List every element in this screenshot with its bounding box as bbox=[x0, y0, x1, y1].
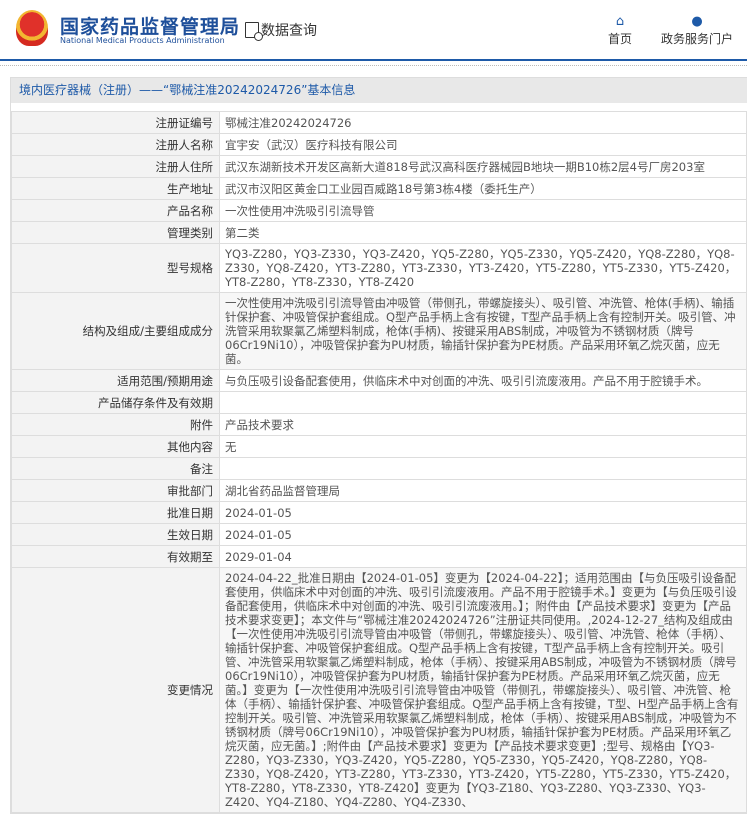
field-value: 第二类 bbox=[219, 221, 747, 244]
field-value bbox=[219, 457, 747, 480]
divider bbox=[0, 62, 747, 66]
field-value bbox=[219, 391, 747, 414]
table-row: 适用范围/预期用途 与负压吸引设备配套使用，供临床术中对创面的冲洗、吸引引流废液用… bbox=[11, 369, 747, 392]
table-row: 注册人住所 武汉东湖新技术开发区高新大道818号武汉高科医疗器械园B地块一期B10… bbox=[11, 155, 747, 178]
field-value: 2029-01-04 bbox=[219, 545, 747, 568]
field-value: 一次性使用冲洗吸引引流导管由冲吸管（带侧孔，带螺旋接头）、吸引管、冲洗管、枪体(… bbox=[219, 292, 747, 370]
field-label: 其他内容 bbox=[11, 435, 220, 458]
field-label: 型号规格 bbox=[11, 243, 220, 293]
field-label: 有效期至 bbox=[11, 545, 220, 568]
field-label: 备注 bbox=[11, 457, 220, 480]
field-value: 宜宇安（武汉）医疗科技有限公司 bbox=[219, 133, 747, 156]
field-label: 注册证编号 bbox=[11, 111, 220, 134]
org-name-en: National Medical Products Administration bbox=[60, 36, 225, 45]
table-row: 审批部门 湖北省药品监督管理局 bbox=[11, 479, 747, 502]
table-row: 有效期至 2029-01-04 bbox=[11, 545, 747, 568]
nav-home-label: 首页 bbox=[608, 32, 633, 46]
table-row: 产品名称 一次性使用冲洗吸引引流导管 bbox=[11, 199, 747, 222]
home-icon: ⌂ bbox=[615, 14, 625, 29]
detail-table: 注册证编号 鄂械注准20242024726 注册人名称 宜宇安（武汉）医疗科技有限公司… bbox=[11, 111, 747, 813]
site-header: 国家药品监督管理局 National Medical Products Admi… bbox=[0, 0, 747, 61]
table-row: 注册人名称 宜宇安（武汉）医疗科技有限公司 bbox=[11, 133, 747, 156]
table-row: 备注 bbox=[11, 457, 747, 480]
table-row: 其他内容无 bbox=[11, 435, 747, 458]
field-label: 适用范围/预期用途 bbox=[11, 369, 220, 392]
table-row: 生产地址 武汉市汉阳区黄金口工业园百威路18号第3栋4楼（委托生产） bbox=[11, 177, 747, 200]
field-label: 产品储存条件及有效期 bbox=[11, 391, 220, 414]
table-row: 生效日期 2024-01-05 bbox=[11, 523, 747, 546]
field-label: 审批部门 bbox=[11, 479, 220, 502]
user-icon: ● bbox=[691, 14, 703, 29]
nav-service-portal[interactable]: ● 政务服务门户 bbox=[661, 14, 733, 47]
table-row: 结构及组成/主要组成成分 一次性使用冲洗吸引引流导管由冲吸管（带侧孔，带螺旋接头）… bbox=[11, 292, 747, 370]
field-value: YQ3-Z280，YQ3-Z330，YQ3-Z420，YQ5-Z280，YQ5-… bbox=[219, 243, 747, 293]
table-row: 产品储存条件及有效期 bbox=[11, 391, 747, 414]
field-value: 产品技术要求 bbox=[219, 413, 747, 436]
table-row: 附件 产品技术要求 bbox=[11, 413, 747, 436]
field-value: 2024-01-05 bbox=[219, 501, 747, 524]
page-title: 境内医疗器械（注册）——“鄂械注准20242024726”基本信息 bbox=[11, 78, 747, 103]
data-query-heading: 数据查询 bbox=[245, 20, 317, 41]
field-label: 批准日期 bbox=[11, 501, 220, 524]
field-value: 鄂械注准20242024726 bbox=[219, 111, 747, 134]
field-label: 管理类别 bbox=[11, 221, 220, 244]
field-value: 无 bbox=[219, 435, 747, 458]
field-value: 武汉市汉阳区黄金口工业园百威路18号第3栋4楼（委托生产） bbox=[219, 177, 747, 200]
field-value: 2024-04-22_批准日期由【2024-01-05】变更为【2024-04-… bbox=[219, 567, 747, 813]
table-row: 注册证编号 鄂械注准20242024726 bbox=[11, 111, 747, 134]
org-name-cn[interactable]: 国家药品监督管理局 bbox=[60, 12, 240, 39]
field-value: 武汉东湖新技术开发区高新大道818号武汉高科医疗器械园B地块一期B10栋2层4号… bbox=[219, 155, 747, 178]
field-value: 2024-01-05 bbox=[219, 523, 747, 546]
nav-service-portal-label: 政务服务门户 bbox=[661, 32, 734, 46]
field-label: 注册人住所 bbox=[11, 155, 220, 178]
table-row: 管理类别 第二类 bbox=[11, 221, 747, 244]
field-label: 生产地址 bbox=[11, 177, 220, 200]
data-query-label: 数据查询 bbox=[261, 23, 317, 39]
table-row: 型号规格 YQ3-Z280，YQ3-Z330，YQ3-Z420，YQ5-Z280，… bbox=[11, 243, 747, 293]
table-row: 批准日期 2024-01-05 bbox=[11, 501, 747, 524]
field-value: 一次性使用冲洗吸引引流导管 bbox=[219, 199, 747, 222]
field-label: 附件 bbox=[11, 413, 220, 436]
field-value: 与负压吸引设备配套使用，供临床术中对创面的冲洗、吸引引流废液用。产品不用于腔镜手… bbox=[219, 369, 747, 392]
detail-panel: 境内医疗器械（注册）——“鄂械注准20242024726”基本信息 注册证编号鄂… bbox=[10, 77, 747, 814]
document-search-icon bbox=[245, 22, 263, 41]
field-value: 湖北省药品监督管理局 bbox=[219, 479, 747, 502]
table-row: 变更情况 2024-04-22_批准日期由【2024-01-05】变更为【2024… bbox=[11, 567, 747, 813]
field-label: 产品名称 bbox=[11, 199, 220, 222]
field-label: 注册人名称 bbox=[11, 133, 220, 156]
nav-home[interactable]: ⌂ 首页 bbox=[608, 14, 632, 47]
national-emblem-logo bbox=[16, 10, 48, 46]
field-label: 结构及组成/主要组成成分 bbox=[11, 292, 220, 370]
field-label: 变更情况 bbox=[11, 567, 220, 813]
field-label: 生效日期 bbox=[11, 523, 220, 546]
